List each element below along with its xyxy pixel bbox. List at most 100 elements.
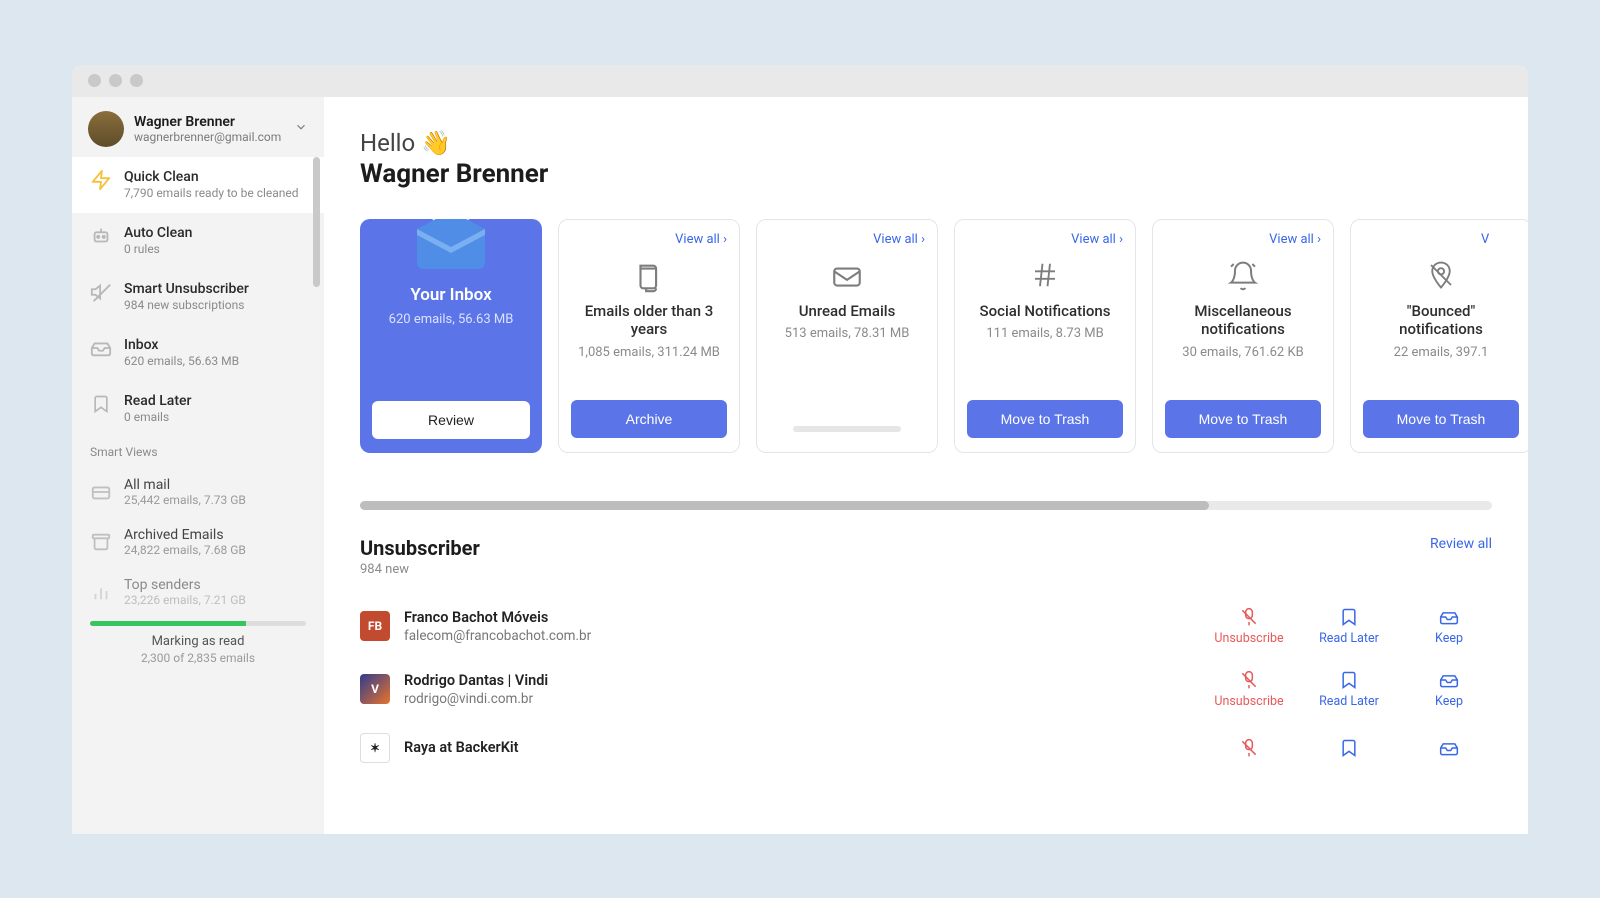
envelope-icon xyxy=(769,260,925,294)
mute-icon xyxy=(90,281,112,303)
review-button[interactable]: Review xyxy=(372,401,530,439)
avatar xyxy=(88,111,124,147)
sidebar-item-auto-clean[interactable]: Auto Clean 0 rules xyxy=(72,213,324,269)
archive-icon xyxy=(90,531,112,553)
view-all-link[interactable]: View all › xyxy=(873,232,925,247)
list-item: FB Franco Bachot Móveis falecom@francoba… xyxy=(360,595,1492,658)
unsubscribe-button[interactable] xyxy=(1206,738,1292,758)
nav-sub: 0 rules xyxy=(124,241,192,257)
bell-icon xyxy=(1165,260,1321,294)
view-all-link[interactable]: V xyxy=(1481,232,1489,247)
chevron-down-icon xyxy=(294,119,308,138)
nav-title: Smart Unsubscriber xyxy=(124,281,249,297)
unsubscriber-sub: 984 new xyxy=(360,562,480,577)
progress: Marking as read 2,300 of 2,835 emails xyxy=(72,621,324,665)
archive-button[interactable]: Archive xyxy=(571,400,727,438)
bookmark-icon xyxy=(90,393,112,415)
greeting-name: Wagner Brenner xyxy=(360,159,1528,189)
sidebar-item-inbox[interactable]: Inbox 620 emails, 56.63 MB xyxy=(72,325,324,381)
sender-name: Rodrigo Dantas | Vindi xyxy=(404,672,1192,689)
inbox-icon xyxy=(90,337,112,359)
card-misc-notifications: View all › Miscellaneous notifications 3… xyxy=(1152,219,1334,453)
hash-icon xyxy=(967,260,1123,294)
unsubscriber-list: FB Franco Bachot Móveis falecom@francoba… xyxy=(360,595,1528,775)
keep-button[interactable]: Keep xyxy=(1406,607,1492,646)
sender-badge: FB xyxy=(360,611,390,641)
titlebar xyxy=(72,65,1528,97)
nav-title: Quick Clean xyxy=(124,169,299,185)
card-your-inbox: ✦ ✦ ✦ Your Inbox 620 xyxy=(360,219,542,453)
progress-bar xyxy=(90,621,306,626)
card-bounced-notifications: V "Bounced" notifications 22 emails, 397… xyxy=(1350,219,1528,453)
bar-chart-icon xyxy=(90,581,112,603)
unsubscribe-button[interactable]: Unsubscribe xyxy=(1206,607,1292,646)
minimize-icon[interactable] xyxy=(109,74,122,87)
unsubscriber-title: Unsubscriber xyxy=(360,536,480,560)
cards-scrollbar[interactable] xyxy=(360,501,1492,510)
keep-button[interactable]: Keep xyxy=(1406,670,1492,709)
pin-off-icon xyxy=(1363,260,1519,294)
view-all-link[interactable]: View all › xyxy=(1269,232,1321,247)
progress-detail: 2,300 of 2,835 emails xyxy=(90,651,306,665)
card-sub: 111 emails, 8.73 MB xyxy=(967,326,1123,341)
card-social-notifications: View all › Social Notifications 111 emai… xyxy=(954,219,1136,453)
sidebar-item-top-senders[interactable]: Top senders 23,226 emails, 7.21 GB xyxy=(72,567,324,617)
unread-button-placeholder xyxy=(769,422,925,438)
main-content: Hello 👋 Wagner Brenner ✦ ✦ ✦ xyxy=(324,97,1528,834)
wave-icon: 👋 xyxy=(421,129,451,157)
card-title: Emails older than 3 years xyxy=(571,302,727,340)
close-icon[interactable] xyxy=(88,74,101,87)
card-unread-emails: View all › Unread Emails 513 emails, 78.… xyxy=(756,219,938,453)
keep-button[interactable] xyxy=(1406,738,1492,758)
card-title: Miscellaneous notifications xyxy=(1165,302,1321,340)
greeting-hello: Hello 👋 xyxy=(360,129,1528,157)
read-later-button[interactable]: Read Later xyxy=(1306,607,1392,646)
move-to-trash-button[interactable]: Move to Trash xyxy=(967,400,1123,438)
sv-title: All mail xyxy=(124,477,246,493)
bolt-icon xyxy=(90,169,112,191)
sv-sub: 25,442 emails, 7.73 GB xyxy=(124,493,246,507)
read-later-button[interactable] xyxy=(1306,738,1392,758)
sender-badge: ✶ xyxy=(360,733,390,763)
card-older-emails: View all › Emails older than 3 years 1,0… xyxy=(558,219,740,453)
sv-title: Top senders xyxy=(124,577,246,593)
move-to-trash-button[interactable]: Move to Trash xyxy=(1165,400,1321,438)
sidebar-item-quick-clean[interactable]: Quick Clean 7,790 emails ready to be cle… xyxy=(72,157,324,213)
sidebar: Wagner Brenner wagnerbrenner@gmail.com Q… xyxy=(72,97,324,834)
sv-sub: 23,226 emails, 7.21 GB xyxy=(124,593,246,607)
profile-email: wagnerbrenner@gmail.com xyxy=(134,130,284,144)
card-sub: 22 emails, 397.1 xyxy=(1363,345,1519,360)
profile-name: Wagner Brenner xyxy=(134,114,284,130)
sidebar-item-all-mail[interactable]: All mail 25,442 emails, 7.73 GB xyxy=(72,467,324,517)
move-to-trash-button[interactable]: Move to Trash xyxy=(1363,400,1519,438)
nav-sub: 7,790 emails ready to be cleaned xyxy=(124,185,299,201)
old-emails-icon xyxy=(571,260,727,294)
nav-title: Inbox xyxy=(124,337,239,353)
nav-sub: 0 emails xyxy=(124,409,191,425)
sidebar-item-smart-unsubscriber[interactable]: Smart Unsubscriber 984 new subscriptions xyxy=(72,269,324,325)
robot-icon xyxy=(90,225,112,247)
card-title: "Bounced" notifications xyxy=(1363,302,1519,340)
sender-email: rodrigo@vindi.com.br xyxy=(404,691,1192,707)
sidebar-scrollbar[interactable] xyxy=(313,157,320,287)
mail-stack-icon xyxy=(90,481,112,503)
card-title: Unread Emails xyxy=(769,302,925,321)
read-later-button[interactable]: Read Later xyxy=(1306,670,1392,709)
review-all-link[interactable]: Review all xyxy=(1430,536,1492,552)
sender-email: falecom@francobachot.com.br xyxy=(404,628,1192,644)
inbox-illustration-icon: ✦ ✦ ✦ xyxy=(372,219,530,273)
sidebar-item-archived[interactable]: Archived Emails 24,822 emails, 7.68 GB xyxy=(72,517,324,567)
zoom-icon[interactable] xyxy=(130,74,143,87)
card-row: ✦ ✦ ✦ Your Inbox 620 xyxy=(360,219,1528,483)
sidebar-item-read-later[interactable]: Read Later 0 emails xyxy=(72,381,324,437)
view-all-link[interactable]: View all › xyxy=(1071,232,1123,247)
sv-sub: 24,822 emails, 7.68 GB xyxy=(124,543,246,557)
card-sub: 513 emails, 78.31 MB xyxy=(769,326,925,341)
app-window: Wagner Brenner wagnerbrenner@gmail.com Q… xyxy=(72,65,1528,834)
card-title: Your Inbox xyxy=(372,285,530,306)
view-all-link[interactable]: View all › xyxy=(675,232,727,247)
nav-sub: 620 emails, 56.63 MB xyxy=(124,353,239,369)
unsubscribe-button[interactable]: Unsubscribe xyxy=(1206,670,1292,709)
nav-title: Auto Clean xyxy=(124,225,192,241)
account-switcher[interactable]: Wagner Brenner wagnerbrenner@gmail.com xyxy=(72,97,324,157)
